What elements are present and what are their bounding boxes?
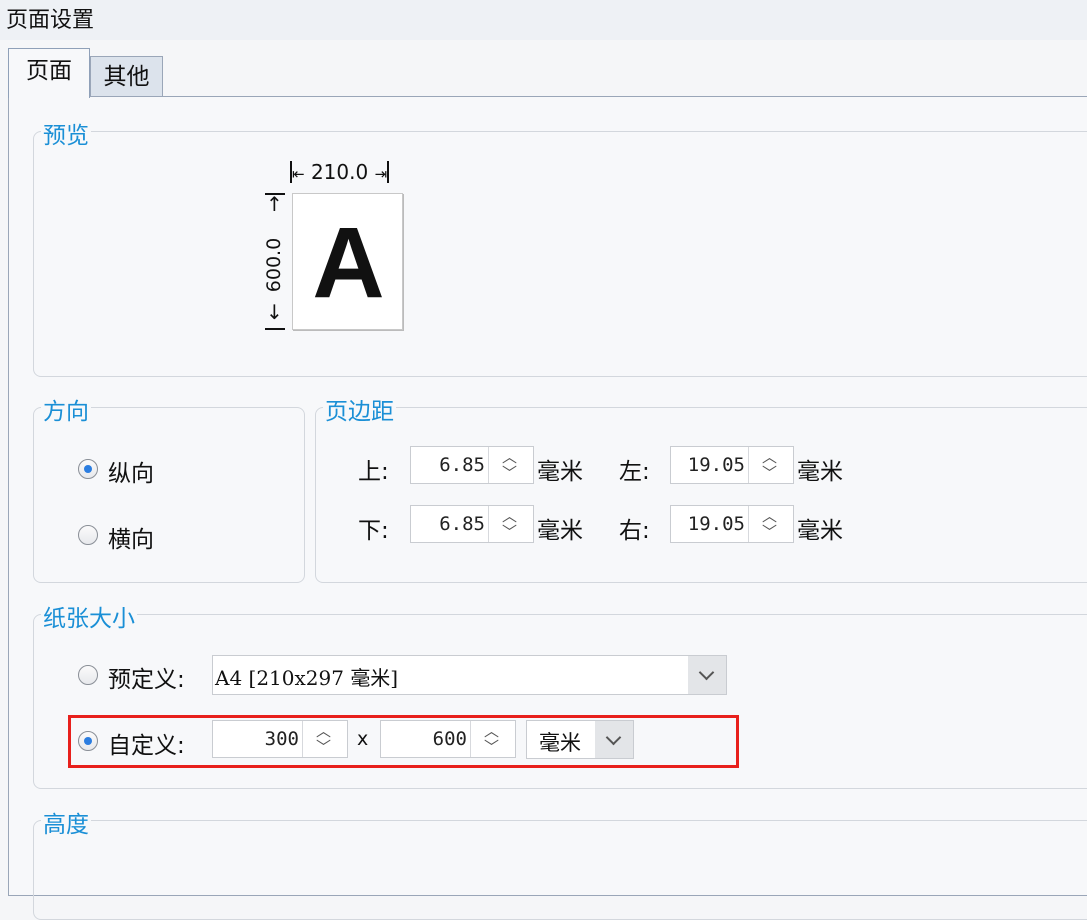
highlight-box <box>68 715 739 768</box>
paper-size-legend: 纸张大小 <box>41 599 137 633</box>
margin-top-stepper[interactable]: ︿ ﹀ <box>488 447 533 483</box>
chevron-up-icon[interactable]: ︿ <box>502 450 517 465</box>
margin-right-stepper[interactable]: ︿ ﹀ <box>748 506 793 542</box>
landscape-radio[interactable] <box>78 525 98 545</box>
height-dimension: ↑ 600.0 ↓ <box>262 190 286 332</box>
landscape-label[interactable]: 横向 <box>108 520 154 554</box>
margin-left-stepper[interactable]: ︿ ﹀ <box>748 447 793 483</box>
margin-right-spinner[interactable]: 19.05 ︿ ﹀ <box>670 505 794 543</box>
margin-bottom-label: 下: <box>358 518 389 544</box>
portrait-label[interactable]: 纵向 <box>108 454 154 488</box>
width-dimension: ⇤ 210.0 ⇥ <box>290 160 390 184</box>
chevron-down-icon[interactable]: ﹀ <box>502 466 517 481</box>
height-label: 600.0 <box>263 237 285 293</box>
window-title: 页面设置 <box>6 8 95 33</box>
margin-right-value[interactable]: 19.05 <box>688 513 745 535</box>
margin-left-value[interactable]: 19.05 <box>688 454 745 476</box>
margin-bottom-value[interactable]: 6.85 <box>439 513 485 535</box>
height-group <box>33 820 1087 920</box>
margin-left-unit: 毫米 <box>797 459 843 485</box>
margins-legend: 页边距 <box>323 392 396 426</box>
tab-page[interactable]: 页面 <box>8 48 90 98</box>
predefined-paper-select[interactable]: A4 [210x297 毫米] <box>212 655 727 695</box>
margin-left-spinner[interactable]: 19.05 ︿ ﹀ <box>670 446 794 484</box>
preview-letter: A <box>312 207 385 319</box>
orientation-legend: 方向 <box>41 392 91 426</box>
arrow-down-icon: ↓ <box>266 300 283 324</box>
predefined-radio[interactable] <box>78 665 98 685</box>
predefined-paper-value[interactable]: A4 [210x297 毫米] <box>215 662 398 691</box>
margin-top-spinner[interactable]: 6.85 ︿ ﹀ <box>410 446 534 484</box>
margin-right-unit: 毫米 <box>797 518 843 544</box>
margin-bottom-unit: 毫米 <box>537 518 583 544</box>
chevron-down-icon[interactable]: ﹀ <box>762 525 777 540</box>
arrow-up-icon: ↑ <box>266 192 283 216</box>
predefined-label[interactable]: 预定义: <box>108 660 185 694</box>
chevron-down-icon[interactable]: ﹀ <box>762 466 777 481</box>
margin-left-label: 左: <box>619 459 650 485</box>
chevron-down-icon[interactable]: ﹀ <box>502 525 517 540</box>
margin-top-unit: 毫米 <box>537 459 583 485</box>
chevron-up-icon[interactable]: ︿ <box>502 509 517 524</box>
width-label: 210.0 <box>310 160 369 184</box>
chevron-up-icon[interactable]: ︿ <box>762 450 777 465</box>
chevron-down-icon[interactable] <box>688 656 726 694</box>
chevron-up-icon[interactable]: ︿ <box>762 509 777 524</box>
orientation-group <box>33 407 305 583</box>
margin-right-label: 右: <box>619 518 650 544</box>
margin-bottom-stepper[interactable]: ︿ ﹀ <box>488 506 533 542</box>
margin-bottom-spinner[interactable]: 6.85 ︿ ﹀ <box>410 505 534 543</box>
height-legend: 高度 <box>41 805 91 839</box>
title-bar: 页面设置 <box>0 0 1087 40</box>
preview-legend: 预览 <box>41 116 91 150</box>
page-preview: A <box>292 193 403 330</box>
margins-group <box>315 407 1087 583</box>
margin-top-label: 上: <box>358 459 389 485</box>
margin-top-value[interactable]: 6.85 <box>439 454 485 476</box>
preview-group <box>33 131 1087 377</box>
tab-other[interactable]: 其他 <box>90 56 163 97</box>
portrait-radio[interactable] <box>78 459 98 479</box>
